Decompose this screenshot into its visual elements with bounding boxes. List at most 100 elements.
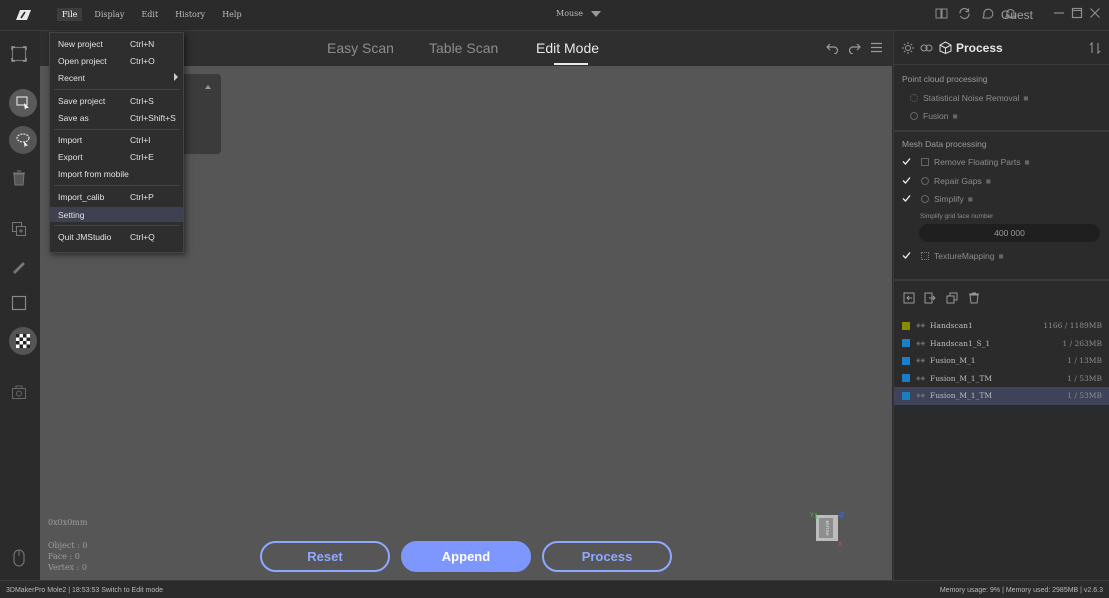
minimize-icon[interactable] — [1053, 7, 1065, 19]
simplify-option[interactable]: Simplify ■ — [902, 192, 973, 205]
menu-help[interactable]: Help — [217, 8, 246, 21]
menu-item-open-project[interactable]: Open project Ctrl+O — [50, 53, 183, 68]
capture-tool[interactable] — [8, 381, 30, 403]
object-row[interactable]: ◈◈ Handscan1 1166 / 1189MB — [894, 317, 1109, 335]
append-button[interactable]: Append — [401, 541, 531, 572]
process-panel-title: Process — [956, 41, 1003, 55]
menu-item-quit[interactable]: Quit JMStudio Ctrl+Q — [50, 229, 183, 244]
menu-item-import[interactable]: Import Ctrl+I — [50, 132, 183, 147]
simplify-face-number-input[interactable]: 400 000 — [919, 224, 1100, 242]
delete-tool[interactable] — [8, 167, 30, 189]
input-mode-select[interactable]: Mouse — [556, 9, 601, 18]
redo-icon[interactable] — [848, 41, 861, 54]
statistical-noise-removal-option[interactable]: Statistical Noise Removal ■ — [910, 91, 1029, 104]
texture-tool[interactable] — [9, 327, 37, 355]
brush-tool[interactable] — [8, 255, 30, 277]
tab-edit-mode[interactable]: Edit Mode — [536, 40, 599, 56]
user-name[interactable]: Guest — [1001, 8, 1033, 22]
select-tool[interactable] — [9, 89, 37, 117]
visibility-icon[interactable]: ◈◈ — [916, 322, 925, 329]
visibility-icon[interactable]: ◈◈ — [916, 357, 925, 364]
link-icon[interactable] — [920, 42, 933, 54]
collapse-up-icon[interactable] — [205, 85, 211, 89]
info-icon[interactable]: ■ — [998, 251, 1003, 261]
menu-edit[interactable]: Edit — [136, 8, 163, 21]
info-icon[interactable]: ■ — [1023, 93, 1028, 103]
visibility-icon[interactable]: ◈◈ — [916, 375, 925, 382]
visibility-icon[interactable]: ◈◈ — [916, 392, 925, 399]
tab-table-scan[interactable]: Table Scan — [429, 40, 498, 56]
status-message: 3DMakerPro Mole2 | 18:53:53 Switch to Ed… — [6, 587, 164, 594]
color-swatch[interactable] — [902, 374, 910, 383]
menu-item-save-project[interactable]: Save project Ctrl+S — [50, 93, 183, 108]
face-count: Face : 0 — [48, 552, 80, 561]
frame-select-tool[interactable] — [8, 43, 30, 65]
duplicate-tool[interactable] — [8, 218, 30, 240]
menu-display[interactable]: Display — [89, 8, 129, 21]
menu-item-save-as[interactable]: Save as Ctrl+Shift+S — [50, 110, 183, 125]
status-bar: 3DMakerPro Mole2 | 18:53:53 Switch to Ed… — [0, 580, 1109, 598]
close-icon[interactable] — [1089, 7, 1101, 19]
object-row[interactable]: ◈◈ Handscan1_S_1 1 / 263MB — [894, 335, 1109, 353]
checkbox-checked-icon[interactable] — [902, 157, 911, 166]
camera-grid-icon — [12, 385, 26, 399]
bounding-dimensions: 0x0x0mm — [48, 518, 88, 527]
menu-history[interactable]: History — [170, 8, 210, 21]
fusion-option[interactable]: Fusion ■ — [910, 109, 958, 122]
info-icon[interactable]: ■ — [968, 194, 973, 204]
sort-icon[interactable] — [1089, 42, 1101, 54]
sun-icon[interactable] — [902, 42, 914, 54]
hamburger-menu-icon[interactable] — [870, 41, 883, 54]
visibility-icon[interactable]: ◈◈ — [916, 340, 925, 347]
menu-item-new-project[interactable]: New project Ctrl+N — [50, 36, 183, 51]
trash-icon — [13, 170, 25, 186]
mesh-section-title: Mesh Data processing — [902, 139, 987, 149]
checkbox-checked-icon[interactable] — [902, 194, 911, 203]
undo-icon[interactable] — [826, 41, 839, 54]
object-row[interactable]: ◈◈ Fusion_M_1 1 / 13MB — [894, 352, 1109, 370]
color-swatch[interactable] — [902, 339, 910, 348]
process-panel: Process Point cloud processing Statistic… — [893, 31, 1109, 580]
book-icon[interactable] — [935, 7, 948, 20]
color-swatch[interactable] — [902, 356, 910, 365]
active-tab-underline — [554, 63, 588, 65]
menu-item-import-from-mobile[interactable]: Import from mobile — [50, 166, 183, 181]
object-row[interactable]: ◈◈ Fusion_M_1_TM 1 / 53MB — [894, 370, 1109, 388]
import-object-icon[interactable] — [903, 292, 915, 304]
maximize-icon[interactable] — [1071, 7, 1083, 19]
menu-item-recent[interactable]: Recent — [50, 70, 183, 85]
vertex-count: Vertex : 0 — [48, 563, 87, 572]
menu-separator — [54, 225, 180, 226]
box-tool[interactable] — [8, 292, 30, 314]
checkbox-checked-icon[interactable] — [902, 251, 911, 260]
collapsed-side-panel[interactable] — [184, 74, 221, 154]
info-icon[interactable]: ■ — [953, 111, 958, 121]
cube-face-label: BOTTOM — [825, 520, 829, 535]
repair-gaps-option[interactable]: Repair Gaps ■ — [902, 174, 991, 187]
delete-object-icon[interactable] — [968, 292, 980, 304]
lasso-tool[interactable] — [9, 126, 37, 154]
process-button[interactable]: Process — [542, 541, 672, 572]
lasso-icon — [16, 133, 30, 148]
object-row-selected[interactable]: ◈◈ Fusion_M_1_TM 1 / 53MB — [894, 387, 1109, 405]
export-object-icon[interactable] — [924, 292, 936, 304]
info-icon[interactable]: ■ — [1024, 157, 1029, 167]
tab-easy-scan[interactable]: Easy Scan — [327, 40, 394, 56]
texture-mapping-option[interactable]: TextureMapping ■ — [902, 249, 1004, 262]
menu-file[interactable]: File — [57, 8, 83, 21]
orientation-cube[interactable]: BOTTOM Y Z X — [810, 511, 846, 547]
chat-icon[interactable] — [981, 7, 994, 20]
menu-item-export[interactable]: Export Ctrl+E — [50, 149, 183, 164]
refresh-icon[interactable] — [958, 7, 971, 20]
mouse-mode-indicator — [8, 547, 30, 569]
checkerboard-icon — [16, 334, 30, 348]
info-icon[interactable]: ■ — [986, 176, 991, 186]
color-swatch[interactable] — [902, 391, 910, 400]
menu-item-setting[interactable]: Setting — [50, 207, 183, 222]
checkbox-checked-icon[interactable] — [902, 176, 911, 185]
reset-button[interactable]: Reset — [260, 541, 390, 572]
copy-object-icon[interactable] — [946, 292, 958, 304]
menu-item-import-calib[interactable]: Import_calib Ctrl+P — [50, 189, 183, 204]
remove-floating-parts-option[interactable]: Remove Floating Parts ■ — [902, 155, 1030, 168]
color-swatch[interactable] — [902, 321, 910, 330]
